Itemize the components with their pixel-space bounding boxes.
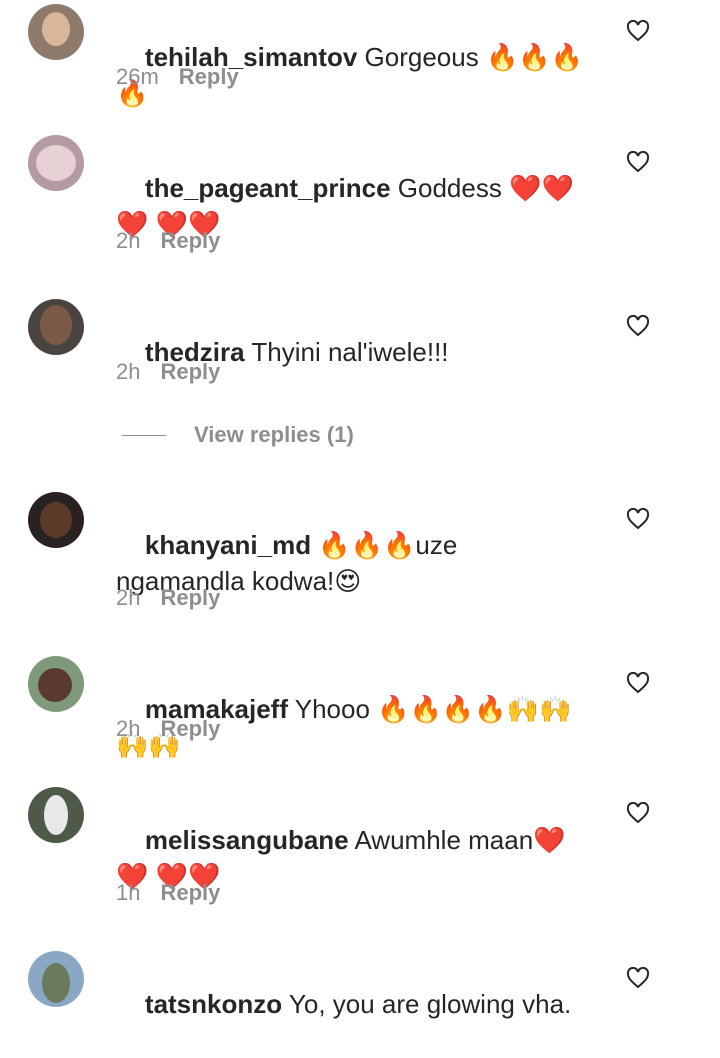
reply-button[interactable]: Reply xyxy=(160,228,220,254)
comment-time: 1h xyxy=(116,880,141,905)
heart-outline-icon[interactable] xyxy=(626,672,650,694)
heart-outline-icon[interactable] xyxy=(626,315,650,337)
comment-username[interactable]: the_pageant_prince xyxy=(145,173,391,203)
comment-meta: 2h Reply xyxy=(116,228,220,254)
comment-body: Thyini nal'iwele!!! xyxy=(251,337,449,367)
comment-time: 2h xyxy=(116,716,141,741)
comment-username[interactable]: tatsnkonzo xyxy=(145,989,282,1019)
avatar[interactable] xyxy=(28,787,84,843)
avatar[interactable] xyxy=(28,656,84,712)
comment-time: 2h xyxy=(116,585,141,610)
comment-meta: 1h Reply xyxy=(116,880,220,906)
avatar[interactable] xyxy=(28,299,84,355)
comment-text: the_pageant_prince Goddess ❤️❤️❤️ ❤️❤️ xyxy=(116,134,586,278)
reply-button[interactable]: Reply xyxy=(160,359,220,385)
heart-outline-icon[interactable] xyxy=(626,151,650,173)
avatar[interactable] xyxy=(28,492,84,548)
reply-button[interactable]: Reply xyxy=(160,880,220,906)
comment-username[interactable]: melissangubane xyxy=(145,825,349,855)
heart-outline-icon[interactable] xyxy=(626,967,650,989)
comment-meta: 26m Reply xyxy=(116,64,239,90)
reply-button[interactable]: Reply xyxy=(160,716,220,742)
heart-outline-icon[interactable] xyxy=(626,802,650,824)
comment-time: 2h xyxy=(116,359,141,384)
reply-button[interactable]: Reply xyxy=(160,585,220,611)
comment-time: 26m xyxy=(116,64,159,89)
heart-outline-icon[interactable] xyxy=(626,20,650,42)
view-replies-button[interactable]: View replies (1) xyxy=(122,422,354,448)
comment-meta: 2h Reply xyxy=(116,716,220,742)
comment-meta: 2h Reply xyxy=(116,585,220,611)
comment-text: khanyani_md 🔥🔥🔥uze ngamandla kodwa!😍 xyxy=(116,491,586,635)
comment-text: tatsnkonzo Yo, you are glowing vha. xyxy=(116,950,586,1058)
comment-body: Yo, you are glowing vha. xyxy=(288,989,572,1019)
divider xyxy=(122,434,166,436)
avatar[interactable] xyxy=(28,135,84,191)
reply-button[interactable]: Reply xyxy=(179,64,239,90)
comment-text: thedzira Thyini nal'iwele!!! xyxy=(116,298,586,406)
comment-meta: 2h Reply xyxy=(116,359,220,385)
comment-time: 2h xyxy=(116,228,141,253)
comment-text: melissangubane Awumhle maan❤️❤️ ❤️❤️ xyxy=(116,786,586,930)
view-replies-label: View replies (1) xyxy=(194,422,354,447)
avatar[interactable] xyxy=(28,951,84,1007)
avatar[interactable] xyxy=(28,4,84,60)
heart-outline-icon[interactable] xyxy=(626,508,650,530)
comment-username[interactable]: khanyani_md xyxy=(145,530,311,560)
